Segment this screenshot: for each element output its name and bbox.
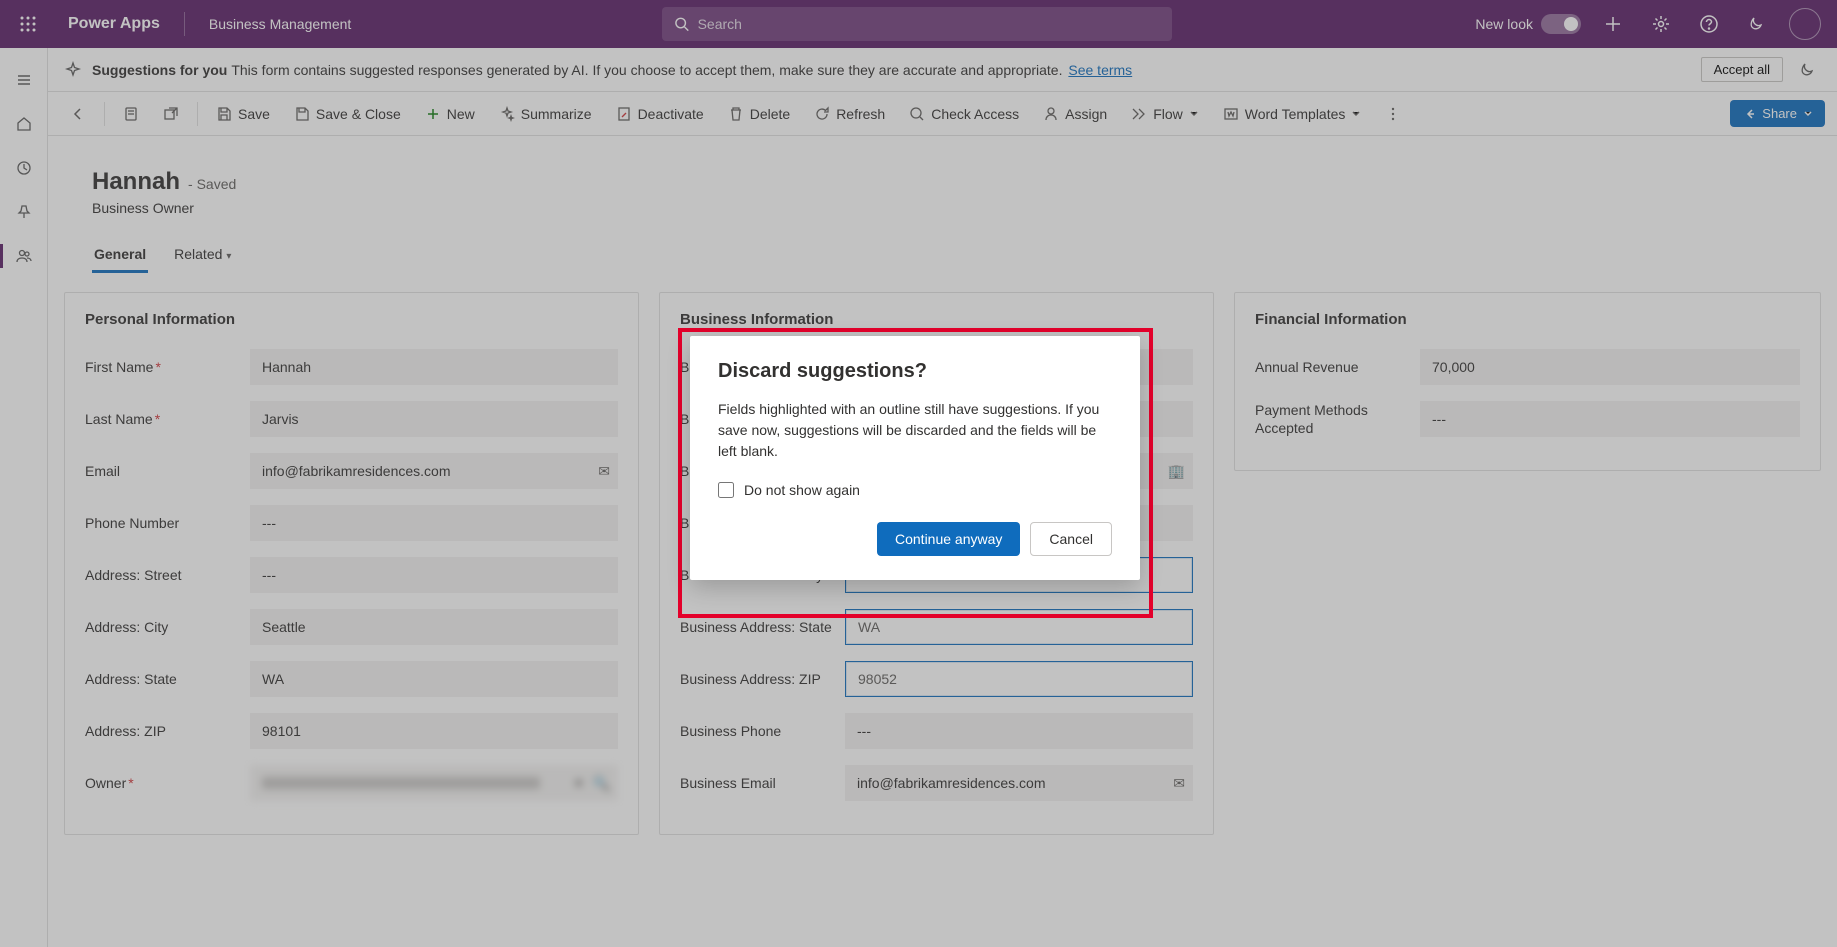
do-not-show-checkbox[interactable]: Do not show again xyxy=(718,482,1112,498)
cancel-button[interactable]: Cancel xyxy=(1030,522,1112,556)
continue-anyway-button[interactable]: Continue anyway xyxy=(877,522,1020,556)
checkbox-label: Do not show again xyxy=(744,482,860,498)
dialog-title: Discard suggestions? xyxy=(718,360,1112,383)
checkbox-input[interactable] xyxy=(718,482,734,498)
dialog-body: Fields highlighted with an outline still… xyxy=(718,399,1112,462)
discard-dialog: Discard suggestions? Fields highlighted … xyxy=(690,336,1140,580)
modal-overlay: Discard suggestions? Fields highlighted … xyxy=(0,0,1837,947)
